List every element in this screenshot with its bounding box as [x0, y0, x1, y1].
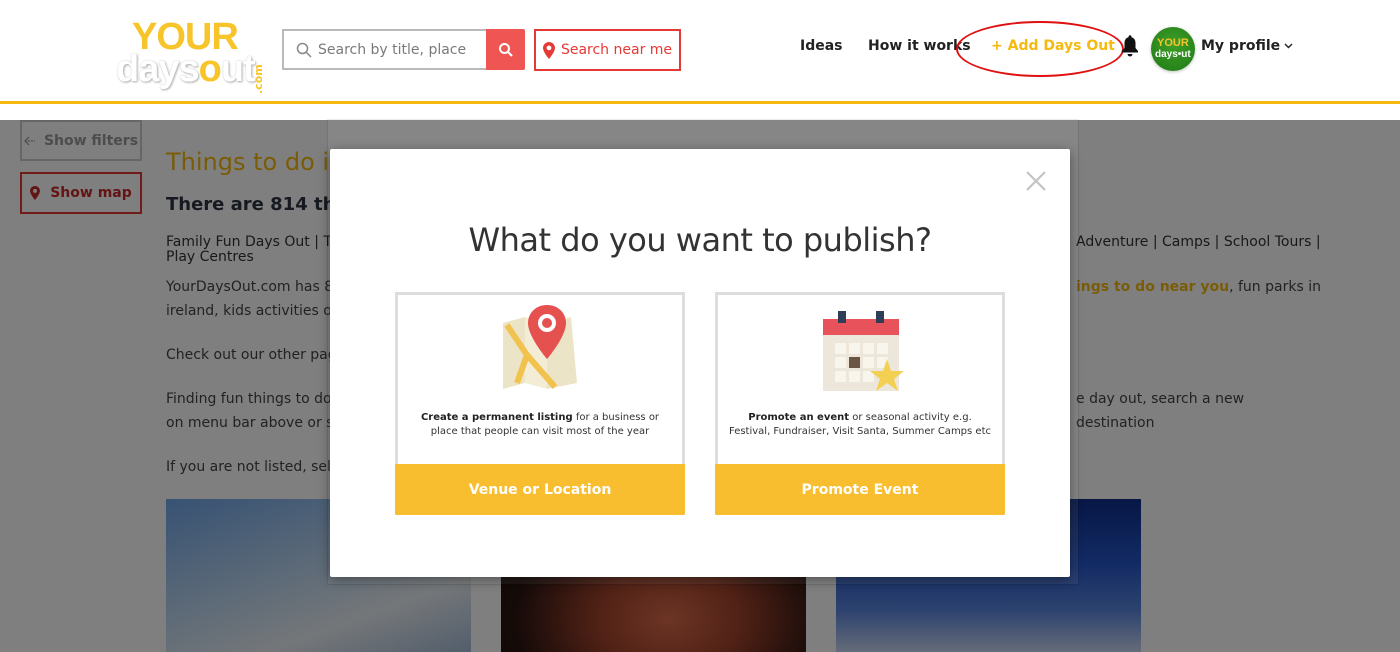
calendar-event-icon [823, 311, 904, 391]
logo-days: days [116, 48, 200, 90]
user-avatar[interactable]: YOUR days•ut [1151, 27, 1195, 71]
map-location-icon [503, 305, 577, 389]
site-header: YOUR daysout .com Search near me Ideas H… [0, 0, 1400, 104]
venue-desc-bold: Create a permanent listing [420, 412, 573, 423]
promote-event-button[interactable]: Promote Event [715, 464, 1005, 515]
avatar-your-text: YOUR [1157, 37, 1189, 49]
bell-icon[interactable] [1120, 35, 1140, 57]
site-logo[interactable]: YOUR daysout .com [114, 16, 269, 94]
search-field[interactable] [282, 29, 486, 70]
modal-title: What do you want to publish? [468, 221, 932, 259]
search-near-me-button[interactable]: Search near me [534, 29, 681, 71]
logo-dotcom: .com [252, 64, 265, 94]
nav-add-days-out-link[interactable]: + Add Days Out [991, 38, 1115, 54]
nav-ideas-link[interactable]: Ideas [800, 38, 843, 54]
logo-ut: ut [220, 48, 256, 90]
search-near-me-label: Search near me [560, 42, 673, 58]
event-option-description: Promote an event or seasonal activity e.… [728, 411, 992, 439]
avatar-daysout-text: days•ut [1155, 49, 1191, 60]
search-icon [498, 42, 513, 57]
chevron-down-icon [1284, 43, 1293, 49]
venue-option-description: Create a permanent listing for a busines… [408, 411, 672, 439]
nav-how-it-works-link[interactable]: How it works [868, 38, 971, 54]
close-icon[interactable] [1024, 169, 1048, 193]
map-pin-icon [542, 41, 555, 59]
search-input[interactable] [318, 41, 478, 58]
my-profile-label: My profile [1201, 38, 1281, 54]
search-button[interactable] [486, 29, 525, 70]
my-profile-menu[interactable]: My profile [1201, 38, 1293, 54]
logo-daysout-text: daysout [116, 48, 256, 90]
event-desc-bold: Promote an event [748, 412, 850, 423]
search-icon [296, 42, 312, 58]
publish-modal: What do you want to publish? Create a pe… [330, 149, 1070, 577]
logo-sun-o: o [198, 48, 222, 90]
venue-or-location-button[interactable]: Venue or Location [395, 464, 685, 515]
